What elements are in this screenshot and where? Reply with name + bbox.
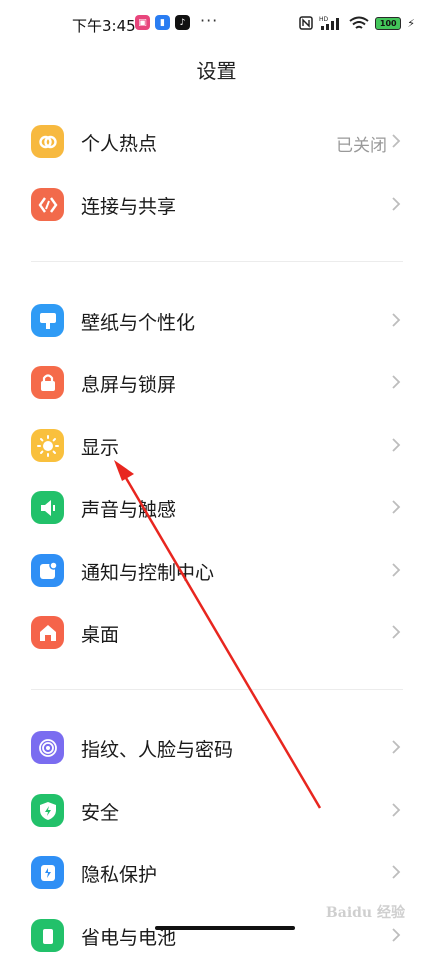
baidu-watermark: Baidu 经验 (325, 905, 405, 921)
home-indicator[interactable] (155, 926, 295, 930)
annotation-arrow (114, 460, 322, 809)
